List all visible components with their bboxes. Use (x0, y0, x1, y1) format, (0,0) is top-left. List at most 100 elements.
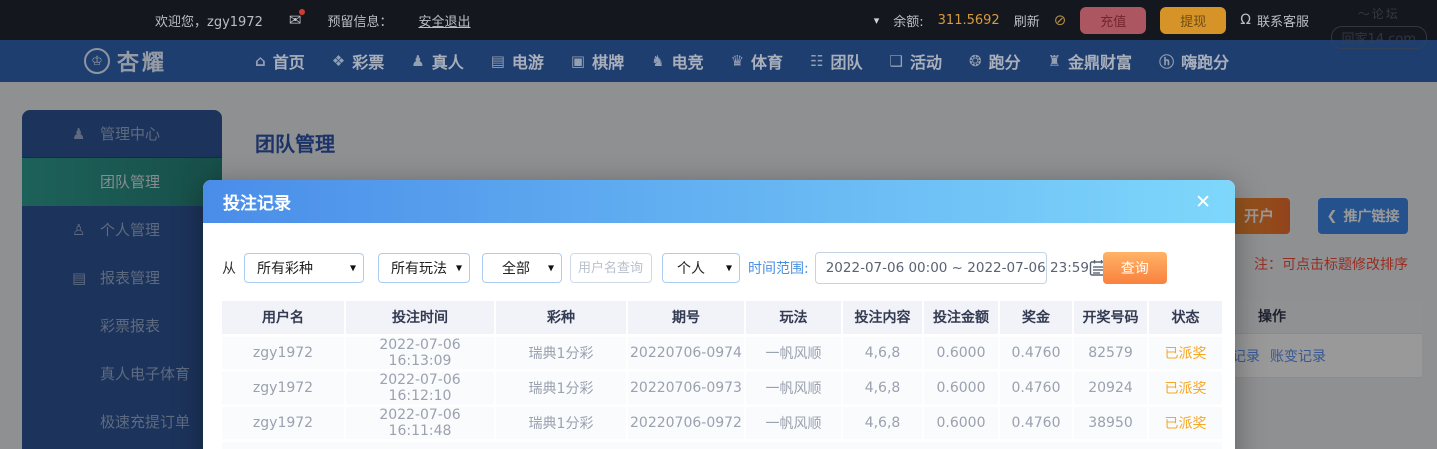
col-draw-number[interactable]: 开奖号码 (1073, 301, 1149, 337)
cell-username: zgy1972 (222, 405, 346, 442)
balance-caret-icon[interactable]: ▾ (874, 14, 880, 27)
col-play[interactable]: 玩法 (745, 301, 843, 337)
nav-menu: ⌂ 首页 ❖ 彩票 ♟ 真人 ▤ 电游 ▣ 棋牌 ♞ 电竞 ♛ 体育 ☷ 团队 ❑ 活动 ❂ 跑分 … (255, 49, 1229, 73)
col-issue[interactable]: 期号 (627, 301, 746, 337)
logo-crown-icon: ♔ (84, 48, 110, 74)
reserved-info-label: 预留信息： (327, 14, 393, 30)
refresh-link[interactable]: 刷新 (1014, 11, 1040, 30)
nav-label: 金鼎财富 (1068, 53, 1133, 72)
cell-username: zgy1972 (222, 335, 346, 372)
col-prize[interactable]: 奖金 (999, 301, 1074, 337)
nav-label: 彩票 (352, 53, 385, 72)
paofen-icon: ❂ (969, 52, 982, 70)
gift-icon: ❑ (889, 52, 903, 70)
modal-body: 从 所有彩种 所有玩法 全部 个人 时间范围: 2022-07-06 00:00… (203, 223, 1235, 449)
mail-badge-dot (299, 9, 306, 15)
cell-bet-time: 2022-07-06 16:13:09 (345, 335, 496, 372)
users-icon: ☷ (810, 52, 824, 70)
table-row: zgy1972 2022-07-06 16:11:48 瑞典1分彩 202207… (222, 405, 1222, 442)
status-badge: 已派奖 (1148, 335, 1222, 372)
cell-prize: 0.4760 (999, 405, 1074, 442)
nav-item-paofen[interactable]: ❂ 跑分 (969, 49, 1021, 73)
lottery-type-select[interactable]: 所有彩种 (244, 253, 364, 283)
nav-label: 电竞 (671, 53, 704, 72)
withdraw-button[interactable]: 提现 (1160, 6, 1227, 34)
hide-balance-icon[interactable]: ⊘ (1054, 11, 1067, 29)
gamepad-icon: ♞ (651, 52, 665, 70)
nav-item-egames[interactable]: ▤ 电游 (491, 49, 544, 73)
nav-label: 嗨跑分 (1181, 53, 1230, 72)
col-username[interactable]: 用户名 (222, 301, 346, 337)
recharge-button[interactable]: 充值 (1080, 6, 1147, 34)
cell-bet-amount: 0.6000 (923, 405, 1000, 442)
cell-play: 一帆风顺 (745, 335, 843, 372)
table-row: zgy1972 2022-07-06 16:12:10 瑞典1分彩 202207… (222, 370, 1222, 407)
contact-service-button[interactable]: Ω 联系客服 (1240, 11, 1309, 30)
col-bet-amount[interactable]: 投注金额 (923, 301, 1000, 337)
cell-issue: 20220706-0973 (627, 370, 746, 407)
nav-item-activity[interactable]: ❑ 活动 (890, 49, 942, 73)
betting-records-table: 用户名 投注时间 彩种 期号 玩法 投注内容 投注金额 奖金 开奖号码 状态 z (222, 301, 1222, 442)
navbar: ♔ 杏耀 ⌂ 首页 ❖ 彩票 ♟ 真人 ▤ 电游 ▣ 棋牌 ♞ 电竞 ♛ 体育 ☷ 团队 ❑ 活动… (0, 40, 1437, 82)
topbar: 欢迎您，zgy1972 ✉ 预留信息： 安全退出 ▾ 余额: 311.5692 … (0, 0, 1437, 40)
cell-issue: 20220706-0972 (627, 405, 746, 442)
filter-row: 从 所有彩种 所有玩法 全部 个人 时间范围: 2022-07-06 00:00… (222, 252, 1216, 284)
cell-bet-content: 4,6,8 (842, 405, 924, 442)
close-icon[interactable]: ✕ (1195, 191, 1211, 213)
person-icon: ♟ (411, 52, 425, 70)
nav-item-lottery[interactable]: ❖ 彩票 (332, 49, 384, 73)
cell-draw-number: 20924 (1073, 370, 1149, 407)
trophy-icon: ♛ (730, 52, 745, 70)
modal-title: 投注记录 (223, 194, 291, 214)
col-bet-time[interactable]: 投注时间 (345, 301, 496, 337)
time-range-value: 2022-07-06 00:00 ~ 2022-07-06 23:59 (825, 260, 1089, 276)
status-filter-select[interactable]: 全部 (482, 253, 562, 283)
nav-label: 团队 (830, 53, 863, 72)
betting-records-modal: 投注记录 ✕ 从 所有彩种 所有玩法 全部 个人 时间范围: (203, 180, 1235, 449)
cell-draw-number: 38950 (1073, 405, 1149, 442)
watermark-line1: 〜论坛 (1357, 7, 1400, 21)
modal-header: 投注记录 ✕ (203, 180, 1235, 223)
mail-icon[interactable]: ✉ (289, 9, 306, 29)
scope-select[interactable]: 个人 (662, 253, 740, 283)
nav-label: 电游 (511, 53, 544, 72)
from-label: 从 (222, 261, 236, 277)
site-logo[interactable]: ♔ 杏耀 (84, 45, 167, 77)
nav-item-chess[interactable]: ▣ 棋牌 (571, 49, 624, 73)
nav-item-team[interactable]: ☷ 团队 (810, 49, 862, 73)
cell-bet-time: 2022-07-06 16:11:48 (345, 405, 496, 442)
cell-play: 一帆风顺 (745, 405, 843, 442)
nav-item-home[interactable]: ⌂ 首页 (255, 49, 305, 73)
col-bet-content[interactable]: 投注内容 (842, 301, 924, 337)
h-square-icon: ⓗ (1159, 52, 1175, 71)
play-type-select[interactable]: 所有玩法 (378, 253, 470, 283)
select-value: 所有彩种 (257, 261, 313, 277)
col-status[interactable]: 状态 (1148, 301, 1222, 337)
cell-lottery: 瑞典1分彩 (495, 405, 628, 442)
query-button[interactable]: 查询 (1102, 252, 1167, 284)
cell-bet-amount: 0.6000 (923, 335, 1000, 372)
tripod-icon: ♜ (1047, 52, 1062, 70)
nav-item-live[interactable]: ♟ 真人 (411, 49, 463, 73)
nav-label: 活动 (909, 53, 942, 72)
nav-item-esports[interactable]: ♞ 电竞 (651, 49, 703, 73)
nav-item-sports[interactable]: ♛ 体育 (731, 49, 783, 73)
nav-label: 棋牌 (592, 53, 625, 72)
username-search-input[interactable] (570, 253, 652, 283)
nav-label: 首页 (272, 53, 305, 72)
nav-item-jinding[interactable]: ♜ 金鼎财富 (1048, 49, 1132, 73)
nav-item-hi-paofen[interactable]: ⓗ 嗨跑分 (1159, 49, 1229, 73)
watermark-line2: 回家14.com (1330, 26, 1427, 49)
tickets-icon: ❖ (331, 52, 346, 70)
col-lottery[interactable]: 彩种 (495, 301, 628, 337)
home-icon: ⌂ (255, 52, 266, 70)
contact-service-label: 联系客服 (1256, 14, 1309, 30)
cell-bet-content: 4,6,8 (842, 335, 924, 372)
balance-value: 311.5692 (937, 12, 1000, 28)
select-value: 所有玩法 (391, 261, 447, 277)
cell-prize: 0.4760 (999, 335, 1074, 372)
cell-draw-number: 82579 (1073, 335, 1149, 372)
time-range-input[interactable]: 2022-07-06 00:00 ~ 2022-07-06 23:59 (814, 252, 1107, 284)
logout-link[interactable]: 安全退出 (418, 11, 470, 30)
nav-label: 体育 (751, 53, 784, 72)
